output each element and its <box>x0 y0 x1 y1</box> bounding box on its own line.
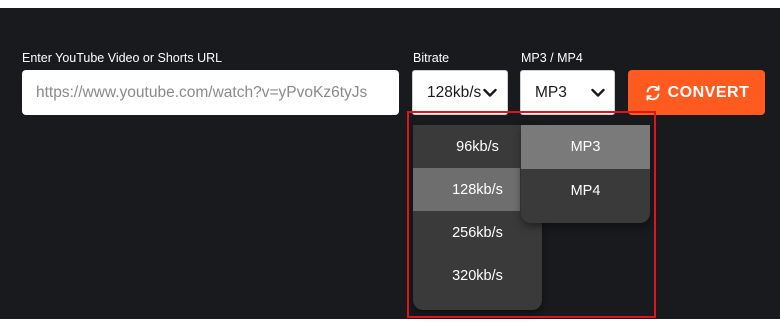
convert-button[interactable]: CONVERT <box>628 70 765 115</box>
bitrate-select[interactable]: 128kb/s <box>412 70 508 115</box>
format-select-value: MP3 <box>535 83 567 101</box>
chevron-down-icon <box>591 86 605 100</box>
refresh-icon <box>644 84 662 102</box>
dropdown-highlight-box <box>407 111 656 318</box>
url-input[interactable] <box>22 70 399 115</box>
chevron-down-icon <box>483 86 497 100</box>
format-select[interactable]: MP3 <box>520 70 615 115</box>
bitrate-label: Bitrate <box>413 51 450 65</box>
converter-panel: Enter YouTube Video or Shorts URL Bitrat… <box>0 8 780 319</box>
bitrate-select-value: 128kb/s <box>427 83 482 101</box>
url-label: Enter YouTube Video or Shorts URL <box>22 51 223 65</box>
convert-button-label: CONVERT <box>667 83 750 101</box>
format-label: MP3 / MP4 <box>521 51 583 65</box>
